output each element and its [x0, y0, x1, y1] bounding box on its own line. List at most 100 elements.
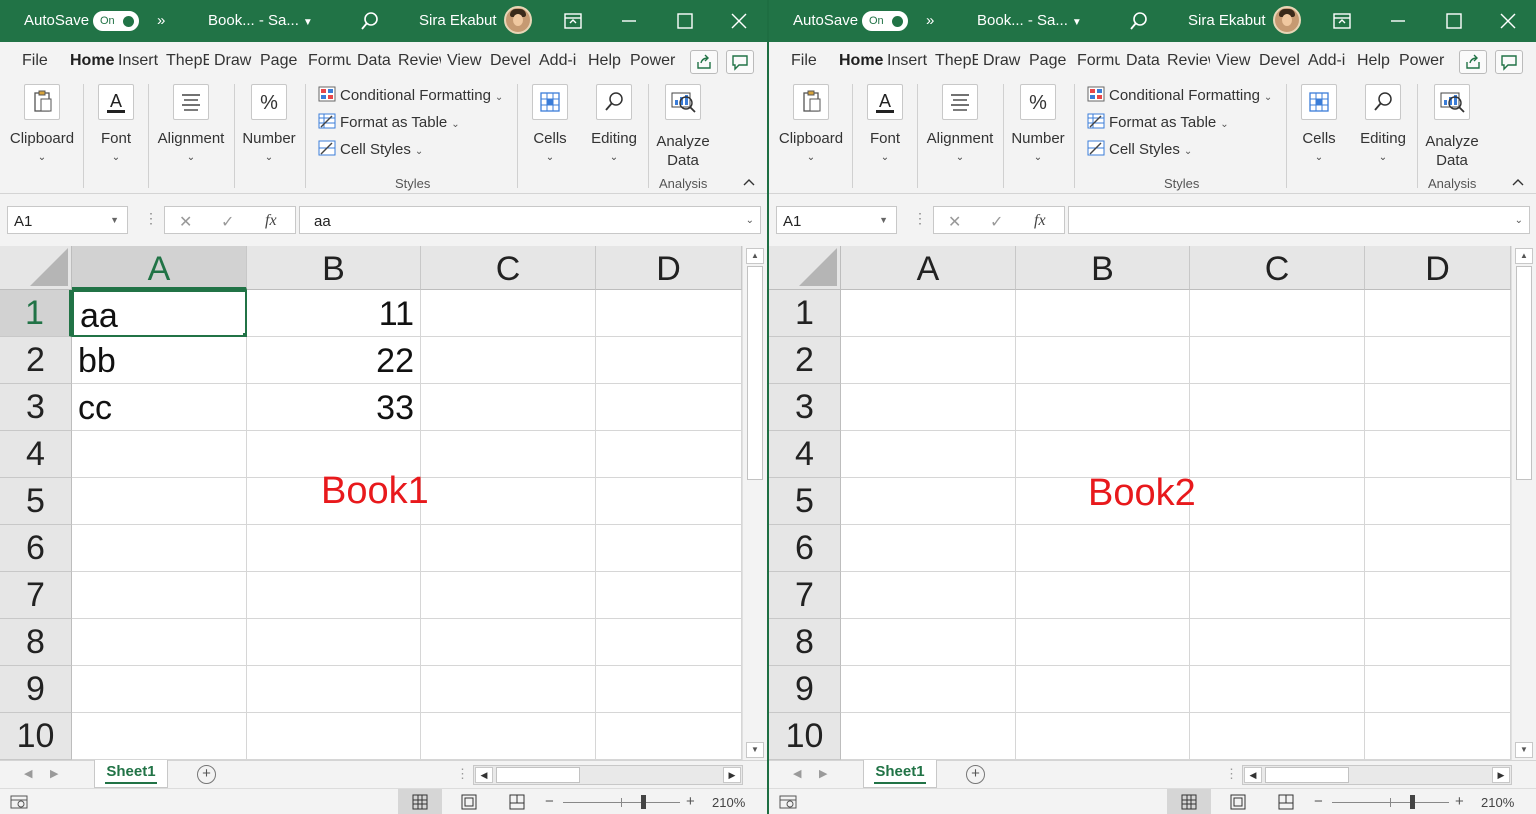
minimize-icon[interactable] — [621, 11, 637, 31]
cell-d9[interactable] — [596, 666, 742, 713]
tab-review[interactable]: Review — [398, 52, 441, 70]
scroll-left-icon[interactable]: ◀ — [1244, 767, 1262, 783]
tab-help[interactable]: Help — [588, 52, 624, 70]
collapse-ribbon-icon[interactable] — [1510, 174, 1526, 190]
zoom-in-button[interactable]: + — [1455, 793, 1464, 810]
zoom-in-button[interactable]: + — [686, 793, 695, 810]
document-title[interactable]: Book... - Sa... ▼ — [977, 12, 1082, 29]
cell-c5[interactable] — [421, 478, 596, 525]
cell-b10[interactable] — [1016, 713, 1190, 760]
cell-c10[interactable] — [421, 713, 596, 760]
cell-c7[interactable] — [421, 572, 596, 619]
insert-function-icon[interactable]: fx — [1034, 212, 1046, 230]
cell-a9[interactable] — [841, 666, 1016, 713]
row-header-8[interactable]: 8 — [0, 619, 72, 666]
cell-a2[interactable] — [841, 337, 1016, 384]
add-sheet-icon[interactable]: + — [966, 765, 985, 784]
row-header-10[interactable]: 10 — [0, 713, 72, 760]
tab-add-ins[interactable]: Add-i — [1308, 52, 1351, 70]
row-header-7[interactable]: 7 — [769, 572, 841, 619]
previous-sheet-icon[interactable]: ◀ — [793, 767, 801, 780]
tab-data[interactable]: Data — [357, 52, 393, 70]
cell-a6[interactable] — [841, 525, 1016, 572]
ribbon-display-options-icon[interactable] — [563, 11, 583, 31]
next-sheet-icon[interactable]: ▶ — [819, 767, 827, 780]
cell-c9[interactable] — [1190, 666, 1365, 713]
scroll-right-icon[interactable]: ▶ — [1492, 767, 1510, 783]
scroll-up-icon[interactable]: ▲ — [1515, 248, 1533, 264]
cell-a4[interactable] — [841, 431, 1016, 478]
collapse-ribbon-icon[interactable] — [741, 174, 757, 190]
conditional-formatting-button[interactable]: Conditional Formatting ⌄ — [318, 86, 503, 104]
row-header-2[interactable]: 2 — [0, 337, 72, 384]
cell-a7[interactable] — [841, 572, 1016, 619]
enter-icon[interactable]: ✓ — [221, 212, 234, 232]
tab-insert[interactable]: Insert — [887, 52, 930, 70]
cell-b8[interactable] — [247, 619, 421, 666]
cell-b2[interactable]: 22 — [247, 337, 421, 384]
column-header-b[interactable]: B — [1016, 246, 1190, 290]
row-header-2[interactable]: 2 — [769, 337, 841, 384]
formula-bar-resize-handle[interactable]: ⋮ — [913, 210, 927, 227]
cell-c2[interactable] — [1190, 337, 1365, 384]
cell-b7[interactable] — [247, 572, 421, 619]
maximize-icon[interactable] — [1445, 12, 1463, 30]
add-sheet-icon[interactable]: + — [197, 765, 216, 784]
search-icon[interactable] — [1129, 11, 1149, 31]
normal-view-button[interactable] — [1167, 789, 1211, 814]
page-layout-view-icon[interactable] — [1230, 794, 1246, 810]
accessibility-icon[interactable] — [10, 794, 28, 810]
zoom-slider-knob[interactable] — [641, 795, 646, 809]
tab-view[interactable]: View — [447, 52, 485, 70]
cell-c4[interactable] — [421, 431, 596, 478]
horizontal-scrollbar[interactable]: ◀ ▶ — [1242, 765, 1512, 785]
scroll-up-icon[interactable]: ▲ — [746, 248, 764, 264]
share-button[interactable] — [1459, 50, 1487, 74]
vertical-scrollbar[interactable]: ▲ ▼ — [742, 246, 767, 760]
tab-thepexcel[interactable]: ThepE — [935, 52, 978, 70]
row-header-4[interactable]: 4 — [0, 431, 72, 478]
tab-file[interactable]: File — [791, 52, 817, 70]
cell-a10[interactable] — [72, 713, 247, 760]
tab-power-pivot[interactable]: Power — [630, 52, 676, 70]
scroll-left-icon[interactable]: ◀ — [475, 767, 493, 783]
tab-help[interactable]: Help — [1357, 52, 1393, 70]
scroll-thumb[interactable] — [747, 266, 763, 480]
comments-button[interactable] — [1495, 50, 1523, 74]
previous-sheet-icon[interactable]: ◀ — [24, 767, 32, 780]
format-as-table-button[interactable]: Format as Table ⌄ — [1087, 113, 1229, 131]
cell-b1[interactable] — [1016, 290, 1190, 337]
page-layout-view-icon[interactable] — [461, 794, 477, 810]
cancel-icon[interactable]: ✕ — [948, 212, 961, 232]
tab-power-pivot[interactable]: Power — [1399, 52, 1445, 70]
row-header-3[interactable]: 3 — [0, 384, 72, 431]
column-header-c[interactable]: C — [1190, 246, 1365, 290]
qat-overflow-button[interactable]: » — [157, 12, 165, 29]
zoom-level[interactable]: 210% — [712, 795, 745, 810]
row-header-5[interactable]: 5 — [769, 478, 841, 525]
avatar[interactable] — [1273, 6, 1301, 34]
row-header-3[interactable]: 3 — [769, 384, 841, 431]
cell-c9[interactable] — [421, 666, 596, 713]
autosave-toggle[interactable]: On — [862, 11, 908, 31]
tab-file[interactable]: File — [22, 52, 48, 70]
cell-d10[interactable] — [596, 713, 742, 760]
cell-d1[interactable] — [596, 290, 742, 337]
tab-home[interactable]: Home — [839, 52, 883, 70]
scroll-down-icon[interactable]: ▼ — [1515, 742, 1533, 758]
cell-a8[interactable] — [72, 619, 247, 666]
tab-data[interactable]: Data — [1126, 52, 1162, 70]
column-header-d[interactable]: D — [596, 246, 742, 290]
user-name[interactable]: Sira Ekabut — [1188, 12, 1266, 29]
cell-a4[interactable] — [72, 431, 247, 478]
cell-b1[interactable]: 11 — [247, 290, 421, 337]
tab-formulas[interactable]: Formu — [1077, 52, 1120, 70]
cell-a9[interactable] — [72, 666, 247, 713]
cell-c6[interactable] — [421, 525, 596, 572]
insert-function-icon[interactable]: fx — [265, 212, 277, 230]
cell-d5[interactable] — [1365, 478, 1511, 525]
tab-developer[interactable]: Devel — [490, 52, 533, 70]
formula-bar-resize-handle[interactable]: ⋮ — [144, 210, 158, 227]
next-sheet-icon[interactable]: ▶ — [50, 767, 58, 780]
tab-view[interactable]: View — [1216, 52, 1254, 70]
